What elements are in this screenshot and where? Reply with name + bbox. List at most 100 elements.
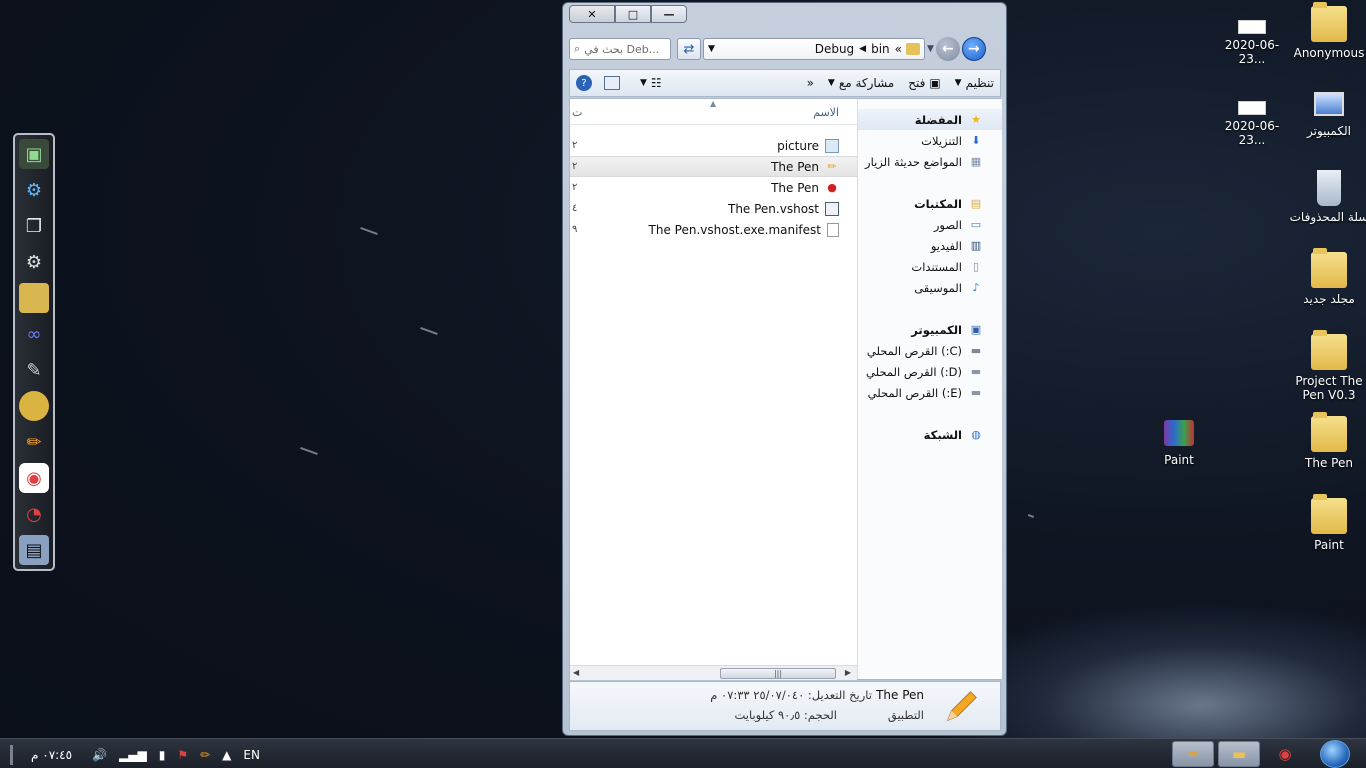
share-with-button[interactable]: ▼ مشاركة مع [828,76,894,90]
desktop-icon-new-folder[interactable]: مجلد جديد [1289,248,1366,306]
clock[interactable]: ٠٧:٤٥ م [31,748,72,762]
minimize-button[interactable]: — [651,5,687,23]
back-button[interactable]: ← [935,37,960,61]
nav-documents[interactable]: المستندات ▯ [858,256,1002,277]
infinity-icon[interactable]: ∞ [19,319,49,349]
show-hidden-icons-icon[interactable]: ▲ [222,748,231,762]
desktop-icon-anonymous[interactable]: Anonymous [1289,2,1366,60]
column-header-extra[interactable]: ت [572,106,582,119]
power-icon[interactable]: ▮ [159,748,166,762]
show-desktop-button[interactable] [10,745,13,765]
search-input[interactable]: ⌕ بحث في Deb... [569,38,671,60]
nav-recent-places[interactable]: المواضع حديثة الزيار ▦ [858,151,1002,172]
pictures-icon: ▭ [970,218,982,231]
nav-downloads[interactable]: التنزيلات ⬇ [858,130,1002,151]
file-row-extra: ٤ [572,203,578,214]
language-indicator[interactable]: EN [243,748,260,762]
desktop-icon-paint-archive[interactable]: Paint [1139,420,1219,467]
horizontal-scrollbar[interactable]: ◀ ||| ▶ [570,665,857,680]
organize-button[interactable]: ▼ تنظيم [955,76,994,90]
pencil-icon: ✏ [1186,745,1200,763]
left-dock: ▣ ⚙ ❐ ⚙ ∞ ✎ ✏ ◉ ◔ ▤ [13,133,55,571]
details-modified: تاريخ التعديل: ٢٥/٠٧/٠٤٠ ٠٧:٣٣ م [710,688,872,702]
nav-drive-e[interactable]: القرص المحلي (:E) ▬ [858,382,1002,403]
settings-gear-icon[interactable]: ⚙ [19,247,49,277]
close-button[interactable]: ✕ [569,5,615,23]
view-options-button[interactable]: ▼ ☷ [640,76,662,90]
network-signal-icon[interactable]: ▂▄▆ [119,748,147,762]
pencil-icon [946,691,977,722]
search-placeholder: بحث في Deb... [584,42,660,56]
download-folder-icon: ⬇ [971,134,981,147]
file-row[interactable]: ٢ The Pen ● [570,177,857,198]
clip-icon[interactable]: ✎ [19,355,49,385]
breadcrumb-separator-icon[interactable]: ◀ [859,44,866,54]
more-commands-button[interactable]: » [807,76,814,90]
nav-favorites[interactable]: المفضلة ★ [858,109,1002,130]
help-icon[interactable]: ? [576,75,592,91]
address-history-dropdown-icon[interactable]: ▼ [708,44,715,54]
scroll-left-icon[interactable]: ◀ [573,668,579,677]
desktop-icon-recycle-bin[interactable]: سلة المحذوفات [1289,170,1366,224]
pie-chart-icon[interactable]: ◔ [19,499,49,529]
breadcrumb-debug[interactable]: Debug [815,42,854,56]
pencil-icon[interactable]: ✏ [19,427,49,457]
nav-pictures[interactable]: الصور ▭ [858,214,1002,235]
nav-drive-d[interactable]: القرص المحلي (:D) ▬ [858,361,1002,382]
desktop-icon-computer[interactable]: الكمبيوتر [1289,88,1366,138]
gears-icon[interactable]: ⚙ [19,175,49,205]
breadcrumb-overflow[interactable]: « [895,42,902,56]
open-button[interactable]: فتح ▣ [908,76,940,90]
file-row[interactable]: ٤ The Pen.vshost [570,198,857,219]
file-row[interactable]: ٢ The Pen ✏ [570,156,857,177]
screens-icon[interactable]: ▤ [19,535,49,565]
desktop-icon-the-pen[interactable]: The Pen [1289,412,1366,470]
taskbar-explorer[interactable]: ▬ [1218,741,1260,767]
nav-label: الشبكة [923,427,962,442]
breadcrumb-bin[interactable]: bin [871,42,890,56]
folder-icon [1311,412,1347,452]
forward-button[interactable]: → [961,37,986,61]
taskbar-the-pen[interactable]: ✏ [1172,741,1214,767]
address-bar[interactable]: ▼ Debug ◀ bin « [703,38,925,60]
taskbar-chrome[interactable]: ◉ [1264,741,1306,767]
desktop-icon-label: مجلد جديد [1303,292,1355,306]
folder-icon[interactable] [19,283,49,313]
nav-network[interactable]: الشبكة ◍ [858,424,1002,445]
details-pane: The Pen التطبيق تاريخ التعديل: ٢٥/٠٧/٠٤٠… [569,681,1001,731]
refresh-button[interactable]: ⇄ [677,38,701,60]
app-window-icon [825,201,839,216]
nav-label: الصور [933,217,962,232]
scrollbar-thumb[interactable]: ||| [720,668,836,679]
nav-videos[interactable]: الفيديو ▥ [858,235,1002,256]
doc-icon [1238,20,1266,34]
dropdown-arrow-icon: ▼ [827,78,835,88]
file-row-extra: ٢ [572,140,578,151]
desktop-icon-doc[interactable]: 2020-06-23... [1212,12,1292,66]
maximize-button[interactable]: □ [615,5,651,23]
desktop-icon-paint-folder[interactable]: Paint [1289,494,1366,552]
start-button[interactable] [1320,740,1350,768]
recent-pages-dropdown-icon[interactable]: ▼ [927,44,934,54]
nav-label: المكتبات [914,196,962,211]
file-row[interactable]: ٢ picture [570,135,857,156]
gold-coin-icon[interactable] [19,391,49,421]
window-controls: ✕ □ — [569,5,687,23]
nav-computer[interactable]: الكمبيوتر ▣ [858,319,1002,340]
documents-icon: ▯ [972,260,980,273]
desktop-icon-project[interactable]: Project The Pen V0.3 [1289,330,1366,402]
volume-icon[interactable]: 🔊 [92,748,107,762]
monitor-icon[interactable]: ▣ [19,139,49,169]
nav-music[interactable]: الموسيقى ♪ [858,277,1002,298]
action-center-icon[interactable]: ⚑ [177,748,188,762]
column-header-name[interactable]: الاسم [813,106,839,119]
nav-drive-c[interactable]: القرص المحلي (:C) ▬ [858,340,1002,361]
palette-icon[interactable]: ◉ [19,463,49,493]
preview-pane-button[interactable] [604,76,620,90]
windows-stack-icon[interactable]: ❐ [19,211,49,241]
desktop-icon-doc[interactable]: 2020-06-23... [1212,93,1292,147]
file-row[interactable]: ٩ The Pen.vshost.exe.manifest [570,219,857,240]
scroll-right-icon[interactable]: ▶ [845,668,851,677]
nav-libraries[interactable]: المكتبات ▤ [858,193,1002,214]
pencil-icon[interactable]: ✏ [200,748,210,762]
